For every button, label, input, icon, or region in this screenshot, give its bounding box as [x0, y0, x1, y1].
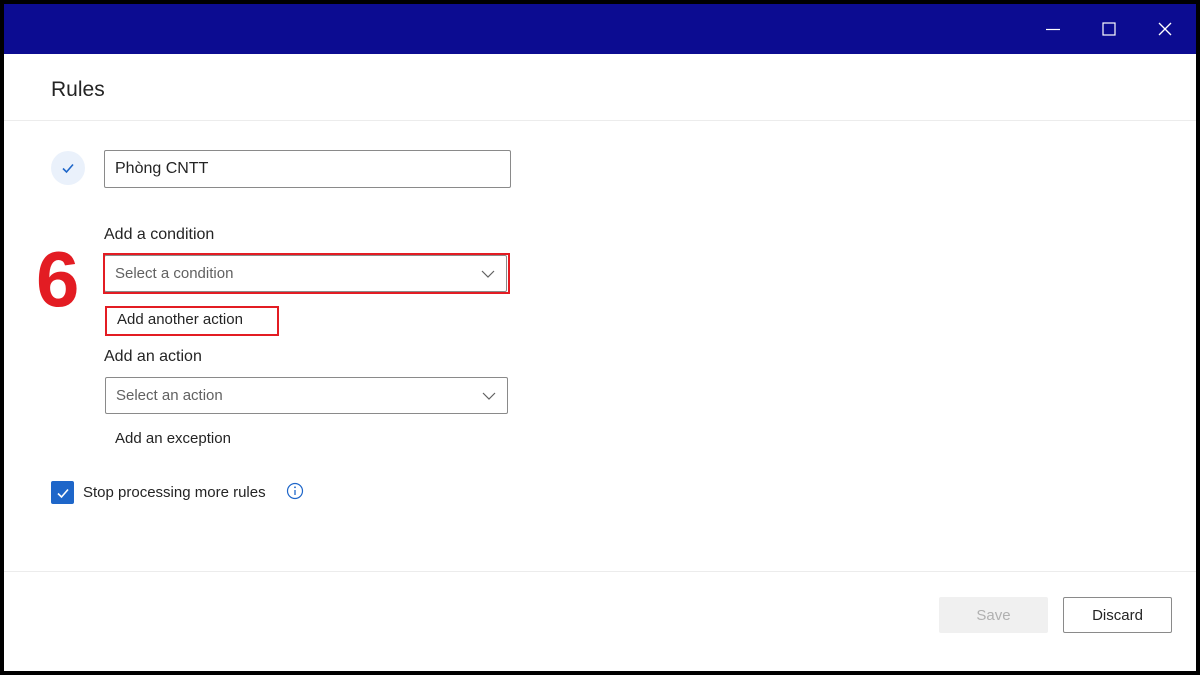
add-exception-button[interactable]: Add an exception — [115, 430, 231, 447]
info-icon[interactable] — [286, 482, 304, 500]
add-another-action-button[interactable]: Add another action — [117, 311, 243, 328]
action-placeholder: Select an action — [116, 387, 223, 404]
minimize-icon — [1046, 28, 1060, 31]
discard-button[interactable]: Discard — [1063, 597, 1172, 633]
stop-processing-checkbox[interactable] — [51, 481, 74, 504]
chevron-down-icon — [482, 392, 496, 400]
rules-window: Rules Phòng CNTT Add a condition Select … — [4, 4, 1196, 671]
rule-enabled-indicator[interactable] — [51, 151, 85, 185]
condition-placeholder: Select a condition — [115, 265, 234, 282]
maximize-icon — [1102, 22, 1116, 36]
footer-divider — [4, 571, 1196, 572]
action-dropdown[interactable]: Select an action — [105, 377, 508, 414]
checkmark-icon — [56, 488, 69, 498]
step-number-annotation: 6 — [36, 235, 80, 323]
checkmark-icon — [62, 163, 74, 174]
minimize-button[interactable] — [1040, 16, 1066, 42]
chevron-down-icon — [481, 270, 495, 278]
add-action-label: Add an action — [104, 348, 202, 365]
maximize-button[interactable] — [1096, 16, 1122, 42]
dialog-header: Rules — [4, 54, 1196, 121]
close-icon — [1158, 22, 1172, 36]
save-button[interactable]: Save — [939, 597, 1048, 633]
condition-dropdown[interactable]: Select a condition — [104, 255, 507, 292]
close-button[interactable] — [1152, 16, 1178, 42]
page-title: Rules — [51, 78, 105, 101]
add-condition-label: Add a condition — [104, 226, 215, 243]
stop-processing-label: Stop processing more rules — [83, 484, 266, 501]
rule-name-input[interactable]: Phòng CNTT — [104, 150, 511, 188]
title-bar — [4, 4, 1196, 54]
